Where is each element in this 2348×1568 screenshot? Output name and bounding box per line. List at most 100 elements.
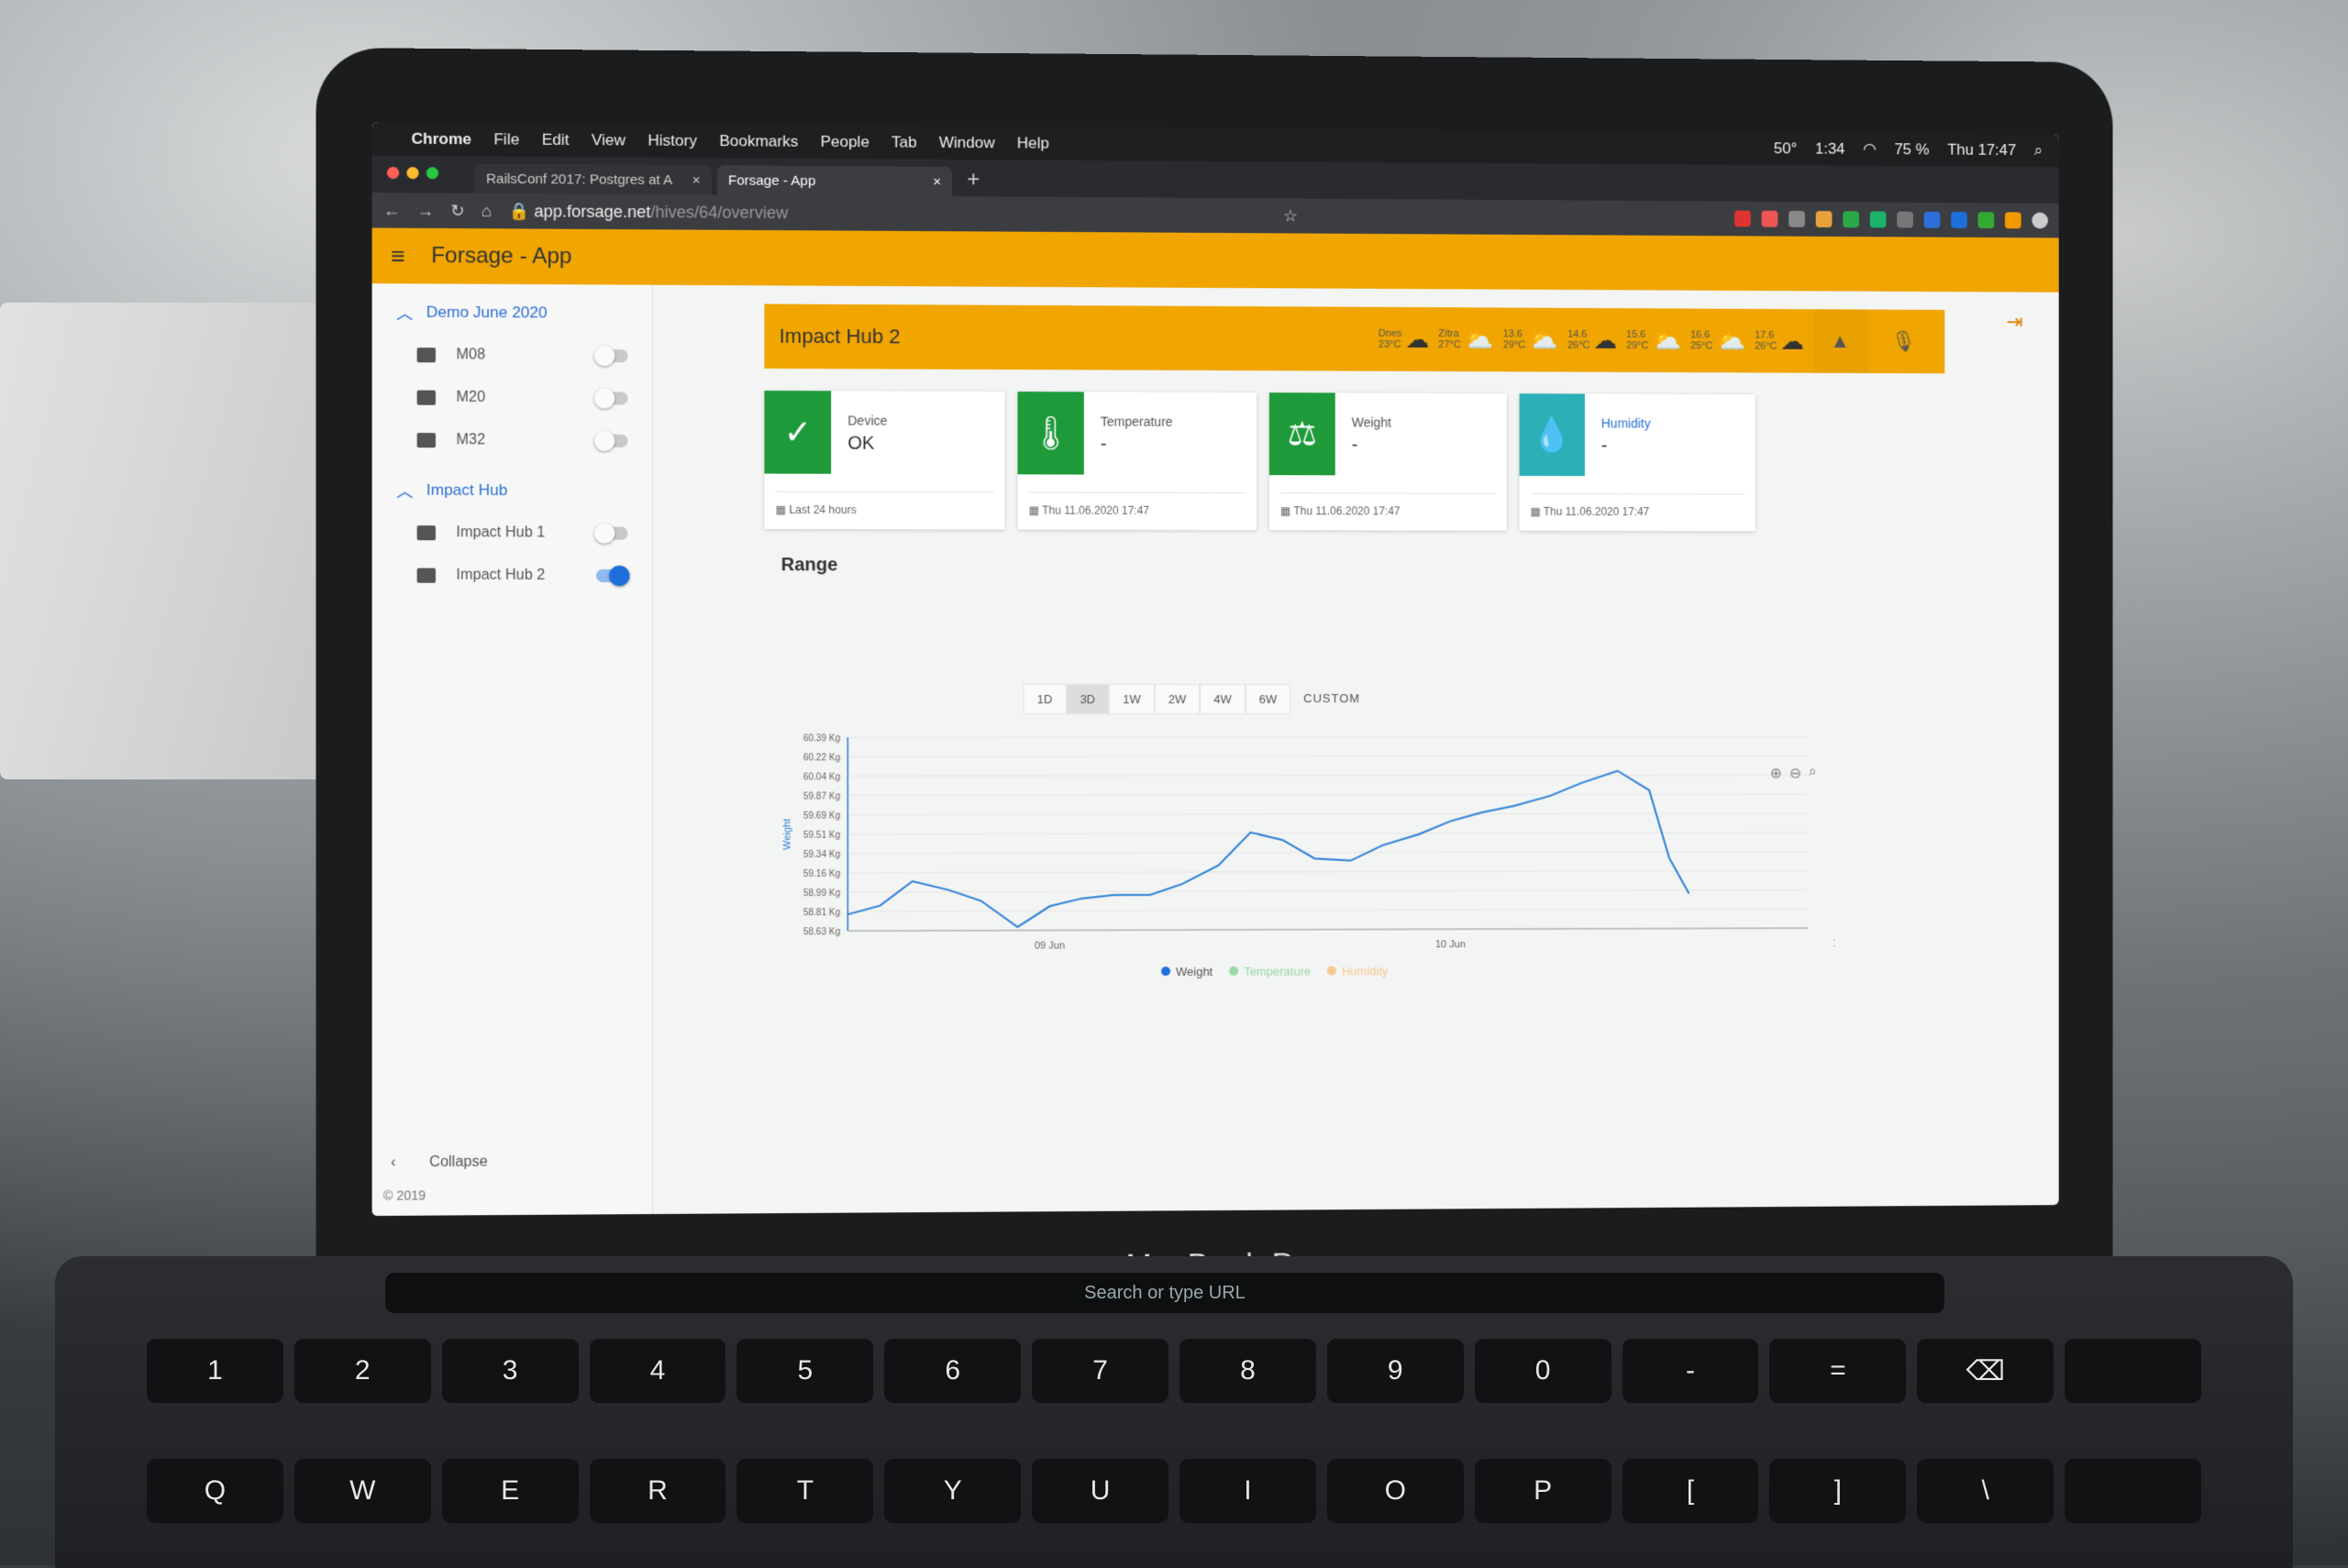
range-3d-button[interactable]: 3D bbox=[1066, 684, 1109, 714]
legend-humidity[interactable]: Humidity bbox=[1327, 964, 1388, 977]
key[interactable]: 0 bbox=[1475, 1339, 1611, 1403]
wifi-icon[interactable]: ◠ bbox=[1863, 140, 1877, 159]
key[interactable]: 5 bbox=[737, 1339, 873, 1403]
zoom-reset-icon[interactable]: ⌕ bbox=[1809, 764, 1817, 782]
minimize-window-button[interactable] bbox=[406, 167, 418, 179]
key[interactable]: I bbox=[1180, 1459, 1316, 1523]
card-weight[interactable]: ⚖ Weight - ▦ Thu 11.06.2020 17:47 bbox=[1269, 392, 1507, 530]
tab-railsconf[interactable]: RailsConf 2017: Postgres at A × bbox=[475, 163, 712, 194]
close-window-button[interactable] bbox=[387, 167, 399, 179]
key[interactable]: P bbox=[1475, 1459, 1611, 1523]
extension-icon[interactable] bbox=[1762, 211, 1778, 227]
key[interactable]: R bbox=[590, 1459, 726, 1523]
key[interactable]: [ bbox=[1623, 1459, 1759, 1523]
url-field[interactable]: 🔒 app.forsage.net/hives/64/overview bbox=[508, 202, 1267, 226]
hamburger-icon[interactable]: ≡ bbox=[391, 241, 404, 270]
key[interactable]: - bbox=[1623, 1339, 1759, 1403]
new-tab-button[interactable]: + bbox=[958, 167, 989, 196]
touch-bar[interactable]: Search or type URL bbox=[385, 1273, 1944, 1313]
key[interactable]: Y bbox=[884, 1459, 1021, 1523]
tab-forsage[interactable]: Forsage - App × bbox=[717, 165, 952, 196]
extension-icon[interactable] bbox=[1924, 212, 1941, 228]
reload-icon[interactable]: ↻ bbox=[450, 201, 464, 220]
key[interactable]: = bbox=[1769, 1339, 1906, 1403]
menu-chrome[interactable]: Chrome bbox=[411, 130, 471, 149]
sidebar-group-demo[interactable]: ︿ Demo June 2020 bbox=[372, 283, 652, 335]
range-6w-button[interactable]: 6W bbox=[1246, 684, 1290, 714]
key[interactable]: 3 bbox=[442, 1339, 579, 1403]
key[interactable]: 2 bbox=[294, 1339, 431, 1403]
menu-edit[interactable]: Edit bbox=[542, 131, 570, 149]
key[interactable]: 1 bbox=[147, 1339, 283, 1403]
key[interactable]: T bbox=[737, 1459, 873, 1523]
extension-icon[interactable] bbox=[1951, 212, 1967, 228]
card-temperature[interactable]: 🌡 Temperature - ▦ Thu 11.06.2020 17:47 bbox=[1018, 392, 1257, 530]
clock[interactable]: Thu 17:47 bbox=[1947, 141, 2016, 160]
battery-time[interactable]: 1:34 bbox=[1815, 140, 1845, 159]
microphone-button[interactable]: 🎙 bbox=[1877, 310, 1931, 374]
collapse-button[interactable]: ‹ Collapse bbox=[391, 1154, 488, 1172]
menu-file[interactable]: File bbox=[493, 130, 519, 149]
extension-icon[interactable] bbox=[1843, 211, 1859, 227]
extension-icon[interactable] bbox=[1897, 212, 1913, 228]
sidebar-group-impact-hub[interactable]: ︿ Impact Hub bbox=[372, 461, 652, 512]
home-icon[interactable]: ⌂ bbox=[482, 201, 492, 220]
temperature-status[interactable]: 50° bbox=[1774, 139, 1797, 158]
toggle-switch[interactable] bbox=[596, 526, 628, 539]
back-icon[interactable]: ← bbox=[383, 201, 400, 220]
extension-icon[interactable] bbox=[2005, 212, 2021, 228]
key[interactable]: \ bbox=[1917, 1459, 2054, 1523]
sidebar-item-m08[interactable]: M08 bbox=[372, 334, 652, 378]
toggle-switch[interactable] bbox=[596, 569, 628, 582]
logout-icon[interactable]: ⇥ bbox=[2006, 310, 2022, 334]
sidebar-item-impact-hub-2[interactable]: Impact Hub 2 bbox=[372, 554, 652, 597]
spotlight-icon[interactable]: ⌕ bbox=[2034, 141, 2043, 160]
toggle-switch[interactable] bbox=[596, 435, 628, 447]
sidebar-item-m32[interactable]: M32 bbox=[372, 419, 652, 462]
menu-people[interactable]: People bbox=[820, 133, 869, 151]
card-humidity[interactable]: 💧 Humidity - ▦ Thu 11.06.2020 17:47 bbox=[1520, 393, 1755, 531]
close-icon[interactable]: × bbox=[692, 172, 701, 188]
sidebar-item-impact-hub-1[interactable]: Impact Hub 1 bbox=[372, 512, 652, 555]
menu-window[interactable]: Window bbox=[939, 134, 995, 152]
menu-help[interactable]: Help bbox=[1017, 134, 1049, 152]
profile-avatar[interactable] bbox=[2032, 213, 2048, 229]
range-4w-button[interactable]: 4W bbox=[1200, 684, 1245, 714]
zoom-out-icon[interactable]: ⊖ bbox=[1789, 764, 1801, 782]
key[interactable]: ] bbox=[1769, 1459, 1906, 1523]
key[interactable]: 8 bbox=[1180, 1339, 1316, 1403]
zoom-in-icon[interactable]: ⊕ bbox=[1770, 765, 1782, 783]
range-2w-button[interactable]: 2W bbox=[1155, 684, 1201, 714]
key[interactable]: W bbox=[294, 1459, 431, 1523]
zoom-window-button[interactable] bbox=[426, 167, 438, 179]
extension-icon[interactable] bbox=[1978, 212, 1995, 228]
key[interactable] bbox=[2065, 1459, 2201, 1523]
key[interactable]: 7 bbox=[1032, 1339, 1168, 1403]
battery-percent[interactable]: 75 % bbox=[1894, 140, 1929, 159]
key[interactable]: O bbox=[1327, 1459, 1464, 1523]
range-1w-button[interactable]: 1W bbox=[1109, 684, 1155, 714]
forward-icon[interactable]: → bbox=[417, 201, 434, 220]
sidebar-item-m20[interactable]: M20 bbox=[372, 376, 652, 420]
card-device[interactable]: ✓ Device OK ▦ Last 24 hours bbox=[764, 391, 1004, 529]
menu-history[interactable]: History bbox=[648, 131, 697, 150]
key[interactable] bbox=[2065, 1339, 2201, 1403]
range-custom-button[interactable]: CUSTOM bbox=[1290, 684, 1373, 714]
key[interactable]: Q bbox=[147, 1459, 283, 1523]
close-icon[interactable]: × bbox=[933, 173, 941, 189]
key[interactable]: U bbox=[1032, 1459, 1168, 1523]
key[interactable]: E bbox=[442, 1459, 579, 1523]
extension-icon[interactable] bbox=[1816, 211, 1833, 227]
legend-temperature[interactable]: Temperature bbox=[1229, 965, 1311, 978]
extension-icon[interactable] bbox=[1734, 210, 1751, 226]
legend-weight[interactable]: Weight bbox=[1161, 965, 1213, 978]
toggle-switch[interactable] bbox=[596, 392, 628, 404]
toggle-switch[interactable] bbox=[596, 349, 628, 362]
key[interactable]: 6 bbox=[884, 1339, 1021, 1403]
chart-view-button[interactable]: ▲ bbox=[1813, 309, 1867, 373]
range-1d-button[interactable]: 1D bbox=[1024, 684, 1067, 714]
extension-icon[interactable] bbox=[1789, 211, 1805, 227]
key[interactable]: 4 bbox=[590, 1339, 726, 1403]
menu-view[interactable]: View bbox=[592, 131, 626, 149]
key[interactable]: 9 bbox=[1327, 1339, 1464, 1403]
